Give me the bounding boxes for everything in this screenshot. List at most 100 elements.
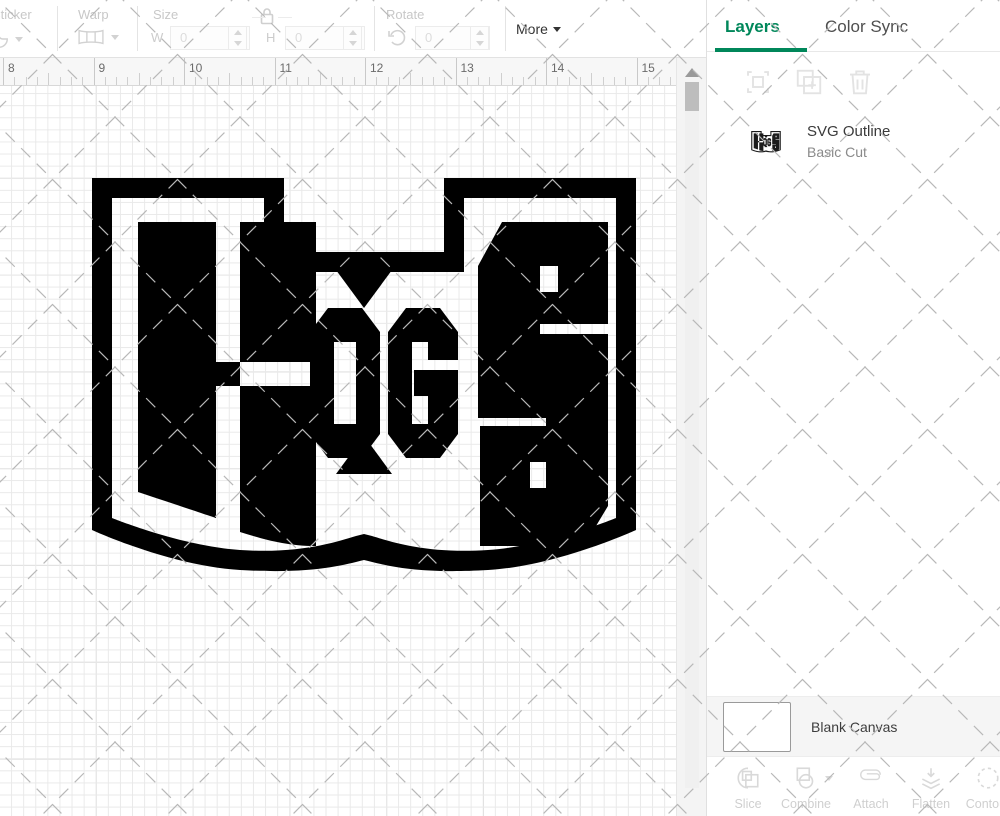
layer-thumbnail	[751, 131, 781, 153]
rotate-stepper[interactable]	[470, 26, 489, 50]
height-stepper[interactable]	[343, 26, 362, 50]
slice-icon-wrap	[719, 763, 777, 793]
ruler-tick	[240, 77, 242, 85]
ruler-tick	[387, 77, 389, 85]
layer-tools-bar: Slice Combine Attach Flatten Conto	[707, 756, 1000, 816]
ruler-tick	[466, 77, 468, 85]
canvas-color-swatch[interactable]	[723, 701, 791, 752]
ruler-major-line	[546, 58, 547, 85]
hogs-artwork[interactable]	[88, 174, 640, 586]
width-stepper[interactable]	[228, 26, 247, 50]
rotate-button[interactable]	[386, 26, 410, 55]
ruler-tick	[308, 77, 310, 85]
lock-bracket-right	[278, 17, 292, 18]
duplicate-button[interactable]	[794, 67, 824, 97]
ruler-tick	[500, 73, 502, 85]
app-root: Sticker Warp Size W	[0, 0, 1000, 816]
ruler-tick	[127, 77, 129, 85]
panel-tab-bar: Layers Color Sync	[707, 0, 1000, 52]
ruler-major-line	[93, 58, 95, 85]
scrollbar-track[interactable]	[685, 82, 699, 788]
delete-button[interactable]	[845, 67, 875, 97]
height-label: H	[266, 30, 276, 45]
layer-subtitle: Basic Cut	[807, 143, 867, 160]
combine-label: Combine	[780, 797, 832, 811]
flatten-icon	[921, 768, 941, 790]
layers-panel: Layers Color Sync SVG Outline Basic Cut …	[706, 0, 1000, 816]
width-label: W	[151, 30, 164, 45]
ruler-number: 10	[189, 61, 203, 75]
toolbar-group-warp: Warp	[60, 0, 140, 57]
layer-title: SVG Outline	[807, 123, 891, 141]
ruler-major-line	[365, 58, 366, 85]
scroll-up-arrow-icon[interactable]	[685, 68, 699, 77]
ruler-tick	[82, 77, 84, 85]
warp-icon	[78, 29, 104, 45]
lock-bracket-left	[252, 17, 266, 18]
ruler-tick	[602, 77, 604, 85]
flatten-icon-wrap	[902, 763, 960, 793]
delete-icon	[850, 70, 870, 95]
toolbar-group-rotate: Rotate 0	[386, 0, 511, 57]
ruler-tick	[410, 73, 412, 85]
contour-label: Contour	[965, 797, 1000, 811]
attach-icon-wrap	[842, 763, 900, 793]
blank-canvas-row[interactable]: Blank Canvas	[707, 696, 1000, 756]
attach-button[interactable]: Attach	[842, 763, 900, 811]
ruler-tick	[625, 77, 627, 85]
ruler-tick	[195, 77, 197, 85]
sticker-chevron-down-icon	[15, 36, 23, 42]
canvas-vertical-scrollbar[interactable]	[676, 58, 706, 816]
ruler-tick	[263, 77, 265, 85]
scrollbar-thumb[interactable]	[685, 82, 699, 111]
horizontal-ruler[interactable]: 8 9 10 11 12 13 14 15	[0, 58, 706, 86]
active-tab-indicator	[715, 48, 807, 52]
divider-2	[137, 6, 138, 51]
ruler-tick	[421, 77, 423, 85]
tab-color-sync[interactable]: Color Sync	[825, 17, 908, 37]
ruler-tick	[25, 77, 27, 85]
warp-button[interactable]	[76, 26, 119, 48]
layer-row[interactable]: SVG Outline Basic Cut	[707, 111, 1000, 173]
combine-chevron-down-icon	[825, 776, 833, 781]
ruler-number: 9	[98, 61, 106, 75]
divider-3	[374, 6, 375, 51]
aspect-lock-button[interactable]	[258, 6, 276, 31]
layer-action-bar	[707, 53, 1000, 111]
height-increment-icon	[348, 30, 357, 35]
combine-button[interactable]: Combine	[777, 763, 835, 811]
ruler-major-line	[3, 58, 4, 85]
combine-icon	[796, 767, 814, 789]
attach-icon	[860, 769, 882, 781]
more-label: More	[516, 21, 548, 37]
ruler-tick	[353, 77, 355, 85]
ruler-major-line	[274, 58, 276, 85]
size-caption: Size	[153, 7, 179, 22]
layer-text: SVG Outline Basic Cut	[807, 122, 890, 161]
layer-list: SVG Outline Basic Cut	[707, 111, 1000, 696]
ruler-tick	[48, 73, 50, 85]
ruler-tick	[14, 77, 16, 85]
rotate-decrement-icon	[475, 41, 484, 46]
combine-icon-wrap	[777, 763, 835, 793]
contour-button[interactable]: Contour	[959, 763, 1000, 811]
rotate-caption: Rotate	[386, 7, 425, 22]
design-canvas[interactable]	[0, 86, 676, 816]
more-button[interactable]: More	[516, 21, 561, 37]
sticker-button[interactable]	[0, 28, 23, 50]
ruler-tick	[331, 77, 333, 85]
attach-label: Attach	[853, 797, 889, 811]
ruler-tick	[36, 77, 38, 85]
ruler-tick	[568, 77, 570, 85]
ruler-tick	[251, 77, 253, 85]
ruler-number: 15	[641, 61, 655, 75]
tab-layers[interactable]: Layers	[725, 17, 780, 37]
flatten-button[interactable]: Flatten	[902, 763, 960, 811]
ruler-number: 13	[460, 61, 474, 75]
ruler-tick	[398, 77, 400, 85]
slice-button[interactable]: Slice	[719, 763, 777, 811]
group-button[interactable]	[743, 67, 773, 97]
contour-icon-wrap	[959, 763, 1000, 793]
warp-chevron-down-icon	[111, 34, 119, 40]
ruler-number: 14	[551, 61, 565, 75]
